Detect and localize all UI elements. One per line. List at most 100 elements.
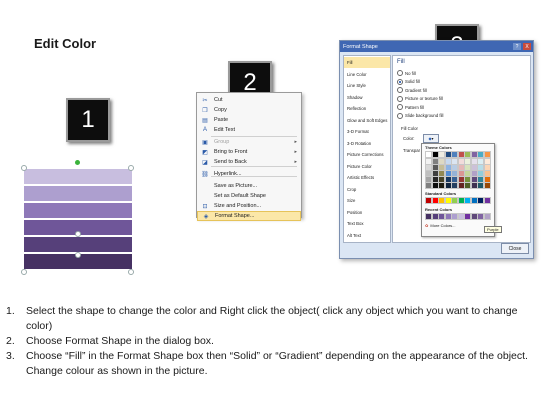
color-swatch[interactable] <box>483 197 491 204</box>
radio-button[interactable] <box>397 78 403 85</box>
color-swatch[interactable] <box>477 170 484 177</box>
color-swatch[interactable] <box>483 170 491 177</box>
color-swatch[interactable] <box>457 151 465 158</box>
color-swatch[interactable] <box>425 164 432 171</box>
category-item[interactable]: Picture Corrections <box>344 149 390 160</box>
radio-button[interactable] <box>397 104 403 110</box>
color-swatch[interactable] <box>464 158 471 165</box>
fill-option[interactable]: Solid fill <box>397 78 420 85</box>
menu-item[interactable]: ⛓ Hyperlink... <box>197 169 301 179</box>
color-swatch[interactable] <box>425 182 432 189</box>
category-item[interactable]: Size <box>344 195 390 206</box>
color-swatch[interactable] <box>438 158 445 165</box>
color-swatch[interactable] <box>431 151 439 158</box>
color-swatch[interactable] <box>431 182 439 189</box>
shape-layer[interactable] <box>24 168 132 184</box>
color-swatch[interactable] <box>425 213 432 220</box>
resize-handle[interactable] <box>128 165 134 171</box>
color-swatch[interactable] <box>431 158 439 165</box>
radio-button[interactable] <box>397 87 403 93</box>
color-swatch[interactable] <box>483 164 491 171</box>
menu-item[interactable]: ▤ Paste <box>197 115 301 125</box>
color-swatch[interactable] <box>457 182 465 189</box>
color-swatch[interactable] <box>425 197 432 204</box>
color-swatch[interactable] <box>470 151 478 158</box>
color-swatch[interactable] <box>477 164 484 171</box>
color-swatch[interactable] <box>483 182 491 189</box>
shape-layer[interactable] <box>24 185 132 201</box>
menu-item[interactable]: ❐ Copy <box>197 105 301 115</box>
color-swatch[interactable] <box>438 213 445 220</box>
color-swatch[interactable] <box>438 182 445 189</box>
color-swatch[interactable] <box>444 158 452 165</box>
shape-layer[interactable] <box>24 236 132 252</box>
category-item[interactable]: Artistic Effects <box>344 172 390 183</box>
color-swatch[interactable] <box>457 170 465 177</box>
color-swatch[interactable] <box>431 197 439 204</box>
color-swatch[interactable] <box>451 213 458 220</box>
category-item[interactable]: Crop <box>344 184 390 195</box>
color-swatch[interactable] <box>451 176 458 183</box>
radio-button[interactable] <box>397 112 403 119</box>
color-swatch[interactable] <box>483 158 491 165</box>
color-swatch[interactable] <box>470 158 478 165</box>
category-item[interactable]: 3-D Format <box>344 126 390 137</box>
color-swatch[interactable] <box>470 182 478 189</box>
color-swatch[interactable] <box>457 213 465 220</box>
radio-button[interactable] <box>397 95 403 102</box>
color-swatch[interactable] <box>464 182 471 189</box>
color-swatch[interactable] <box>451 182 458 189</box>
color-swatch[interactable] <box>457 158 465 165</box>
menu-item[interactable]: ⊡ Size and Position... <box>197 201 301 211</box>
color-swatch[interactable] <box>457 197 465 204</box>
color-swatch[interactable] <box>464 170 471 177</box>
resize-handle[interactable] <box>75 252 81 258</box>
color-swatch[interactable] <box>477 176 484 183</box>
fill-option[interactable]: Picture or texture fill <box>397 95 443 102</box>
color-swatch[interactable] <box>444 176 452 183</box>
color-swatch[interactable] <box>431 170 439 177</box>
color-swatch[interactable] <box>483 151 491 158</box>
color-swatch[interactable] <box>451 164 458 171</box>
color-swatch[interactable] <box>464 213 471 220</box>
color-swatch[interactable] <box>451 170 458 177</box>
menu-item[interactable]: ◩ Bring to Front ▸ <box>197 147 301 157</box>
color-swatch[interactable] <box>431 176 439 183</box>
fill-option[interactable]: Gradient fill <box>397 87 427 93</box>
color-swatch[interactable] <box>438 164 445 171</box>
category-item[interactable]: Shadow <box>344 92 390 103</box>
category-item[interactable]: Reflection <box>344 103 390 114</box>
color-swatch[interactable] <box>425 158 432 165</box>
color-swatch[interactable] <box>444 197 452 204</box>
color-swatch[interactable] <box>477 182 484 189</box>
color-swatch[interactable] <box>431 164 439 171</box>
menu-item[interactable]: ▣ Group ▸ <box>197 137 301 147</box>
color-swatch[interactable] <box>451 197 458 204</box>
color-swatch[interactable] <box>444 182 452 189</box>
resize-handle[interactable] <box>75 231 81 237</box>
resize-handle[interactable] <box>21 165 27 171</box>
color-swatch[interactable] <box>438 176 445 183</box>
color-swatch[interactable] <box>425 170 432 177</box>
menu-item[interactable]: A Edit Text <box>197 125 301 135</box>
color-swatch[interactable] <box>444 170 452 177</box>
color-swatch[interactable] <box>444 213 452 220</box>
color-swatch[interactable] <box>438 151 445 158</box>
color-swatch[interactable] <box>470 176 478 183</box>
category-item[interactable]: Fill <box>344 57 390 68</box>
resize-handle[interactable] <box>128 269 134 275</box>
category-item[interactable]: Position <box>344 207 390 218</box>
menu-item[interactable]: ✂ Cut <box>197 95 301 105</box>
color-swatch[interactable] <box>438 197 445 204</box>
color-swatch[interactable] <box>470 170 478 177</box>
color-swatch[interactable] <box>470 213 478 220</box>
color-swatch[interactable] <box>477 213 484 220</box>
more-colors-link[interactable]: ✿ More Colors... <box>425 223 455 228</box>
color-swatch[interactable] <box>451 151 458 158</box>
radio-button[interactable] <box>397 70 403 76</box>
color-swatch[interactable] <box>431 213 439 220</box>
color-swatch[interactable] <box>457 176 465 183</box>
menu-item[interactable]: ◈ Format Shape... <box>197 211 301 221</box>
resize-handle[interactable] <box>21 269 27 275</box>
category-item[interactable]: Line Color <box>344 69 390 80</box>
